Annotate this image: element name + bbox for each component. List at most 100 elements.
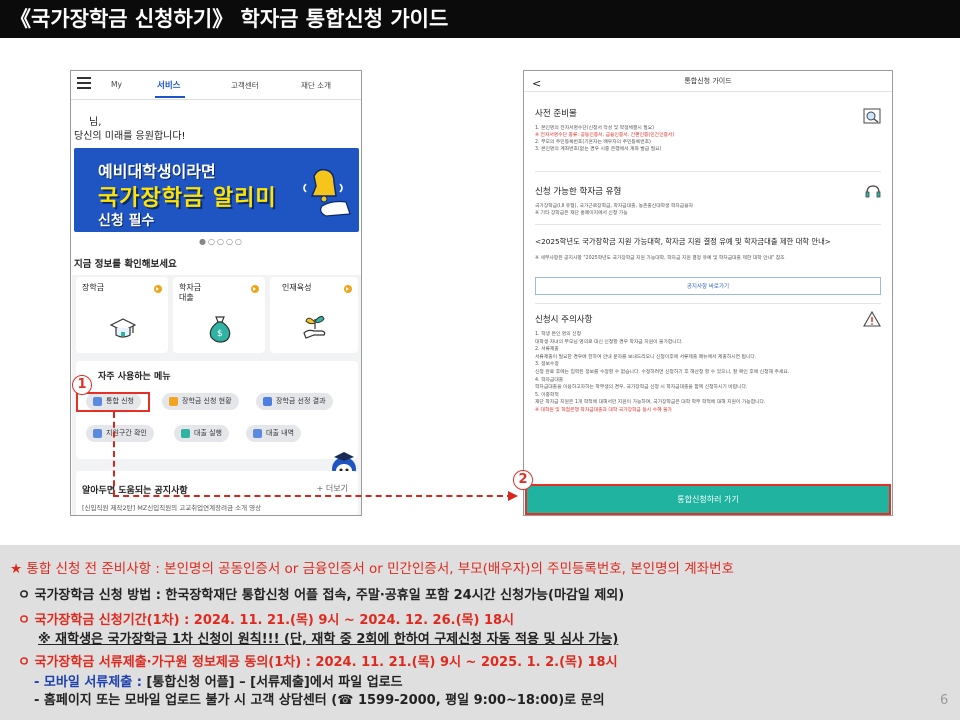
- menu-icon[interactable]: [77, 77, 91, 89]
- carousel-dots[interactable]: ●○○○○: [199, 237, 244, 246]
- section-prep: 사전 준비물 1. 본인명의 전자서명수단(신청서 작성 및 약정체결시 필요)…: [535, 107, 881, 153]
- arrow-right-icon: [154, 285, 162, 293]
- more-link[interactable]: + 더보기: [317, 483, 348, 494]
- magnifier-icon: [863, 108, 881, 124]
- divider: [535, 224, 881, 225]
- loan-icon: [181, 429, 190, 438]
- info-section-title: 지금 정보를 확인해보세요: [74, 259, 177, 270]
- chip-label: 장학금 신청 현황: [182, 397, 232, 405]
- top-nav: My 서비스 고객센터 재단 소개: [71, 71, 361, 100]
- caution-line: 대학생 자녀의 부모님 명의로 대신 신청할 경우 학자금 지원이 불가합니다.: [535, 339, 683, 345]
- divider: [535, 303, 881, 304]
- caution-line: 재단 학자금 지원은 1개 학적에 대해서만 지원이 가능하며, 국가장학금은 …: [535, 400, 766, 406]
- greeting-name: 님,: [89, 117, 102, 128]
- card-talent[interactable]: 인재육성: [270, 277, 358, 353]
- chip-scholarship-status[interactable]: 장학금 신청 현황: [162, 393, 239, 410]
- highlight-go-button: [525, 484, 891, 515]
- chip-support-bracket[interactable]: 지원구간 확인: [86, 425, 154, 442]
- slide-title: 《국가장학금 신청하기》 학자금 통합신청 가이드: [0, 0, 960, 38]
- caution-line: 4. 학자금대출: [535, 377, 564, 383]
- caution-line: 신청 완료 후에는 입력된 정보를 수정할 수 없습니다. 수정하려면 신청하기…: [535, 369, 790, 375]
- svg-text:$: $: [217, 329, 223, 339]
- note-prep: ★ 통합 신청 전 준비사항 : 본인명의 공동인증서 or 금융인증서 or …: [10, 561, 734, 577]
- nav-customer-center[interactable]: 고객센터: [231, 80, 259, 91]
- caution-line: 1. 학생 본인 명의 신청: [535, 332, 581, 337]
- prep-lines: 1. 본인명의 전자서명수단(신청서 작성 및 약정체결시 필요) ※ 전자서명…: [535, 125, 881, 153]
- card-label: 인재육성: [282, 283, 312, 292]
- note-period: ㅇ 국가장학금 신청기간(1차) : 2024. 11. 21.(목) 9시 ~…: [18, 613, 514, 628]
- guide-header-title: 통합신청 가이드: [684, 77, 732, 85]
- list-icon: [253, 429, 262, 438]
- note-enrolled-warning: ※ 재학생은 국가장학금 1차 신청이 원칙!!! (단, 재학 중 2회에 한…: [38, 632, 619, 647]
- chip-label: 대출 실행: [194, 429, 222, 437]
- check-icon: [93, 429, 102, 438]
- types-title: 신청 가능한 학자금 유형: [535, 187, 622, 197]
- caution-line: 5. 이중학적: [535, 392, 559, 398]
- note-mobile-upload: - 모바일 서류제출 : [통합신청 어플] – [서류제출]에서 파일 업로드: [34, 671, 403, 690]
- caution-line: 3. 정보수정: [535, 362, 559, 368]
- banner-line3: 신청 필수: [98, 213, 155, 229]
- note-contact: - 홈페이지 또는 모바일 업로드 불가 시 고객 상담센터 (☎ 1599-2…: [34, 693, 605, 708]
- section-caution: 신청시 주의사항 1. 학생 본인 명의 신청 대학생 자녀의 부모님 명의로 …: [535, 313, 881, 415]
- connector-arrowhead: [508, 491, 518, 501]
- card-student-loan[interactable]: 학자금 대출 $: [173, 277, 265, 353]
- nav-active-underline: [155, 96, 185, 98]
- integrated-guide-screen: < 통합신청 가이드 사전 준비물 1. 본인명의 전자서명수단(신청서 작성 …: [523, 70, 893, 516]
- university-title: <2025학년도 국가장학금 지원 가능대학, 학자금 지원 결정 유예 및 학…: [535, 237, 831, 246]
- warning-icon: [863, 311, 881, 327]
- greeting-message: 당신의 미래를 응원합니다!: [74, 131, 186, 142]
- banner-line2: 국가장학금 알리미: [98, 186, 277, 211]
- frequent-menu-title: 자주 사용하는 메뉴: [98, 372, 171, 382]
- chip-scholarship-result[interactable]: 장학금 선정 결과: [256, 393, 333, 410]
- connector-vertical: [113, 412, 115, 496]
- section-types: 신청 가능한 학자금 유형 국가장학금(Ⅰ,Ⅱ 유형), 국가근로장학금, 학자…: [535, 185, 881, 217]
- prep-line: 1. 본인명의 전자서명수단(신청서 작성 및 약정체결시 필요): [535, 126, 654, 131]
- note-mobile-upload-rest: [통합신청 어플] – [서류제출]에서 파일 업로드: [146, 675, 403, 690]
- connector-horizontal: [113, 495, 513, 497]
- step-1-badge: 1: [72, 375, 92, 395]
- headset-icon: [865, 185, 881, 198]
- notice-shortcut-button[interactable]: 공지사항 바로가기: [535, 277, 881, 295]
- nav-my[interactable]: My: [111, 80, 122, 89]
- chip-loan-execute[interactable]: 대출 실행: [174, 425, 229, 442]
- highlight-integrated-apply: [76, 392, 150, 412]
- divider: [535, 171, 881, 172]
- status-icon: [169, 397, 178, 406]
- guide-header: < 통합신청 가이드: [524, 71, 892, 92]
- caution-line: ※ 대학원 및 학점은행 학자금대출과 대학 국가장학금 동시 수혜 불가: [535, 407, 672, 413]
- back-button[interactable]: <: [532, 74, 541, 94]
- caution-line: 학자금대출을 이용하고자하는 학부생의 경우, 국가장학금 신청 시 학자금대출…: [535, 385, 748, 391]
- result-icon: [263, 397, 272, 406]
- chip-label: 장학금 선정 결과: [276, 397, 326, 405]
- section-university: <2025학년도 국가장학금 지원 가능대학, 학자금 지원 결정 유예 및 학…: [535, 237, 881, 262]
- prep-title: 사전 준비물: [535, 109, 577, 119]
- card-label: 장학금: [82, 283, 105, 292]
- nav-foundation[interactable]: 재단 소개: [301, 80, 331, 91]
- graduation-cap-icon: [110, 318, 136, 338]
- prep-line: 3. 본인명의 계좌번호(없는 경우 시중 은행에서 계좌 발급 필요): [535, 147, 662, 152]
- caution-lines: 1. 학생 본인 명의 신청 대학생 자녀의 부모님 명의로 대신 신청할 경우…: [535, 331, 881, 415]
- arrow-right-icon: [251, 285, 259, 293]
- nav-service[interactable]: 서비스: [157, 79, 180, 91]
- caution-line: 2. 서류제출: [535, 347, 559, 353]
- money-bag-icon: $: [209, 316, 231, 343]
- notice-item[interactable]: [신입직원 제작2탄] MZ신입직원의 고교취업연계장려금 소개 영상: [82, 502, 261, 512]
- card-scholarship[interactable]: 장학금: [76, 277, 168, 353]
- page-number: 6: [940, 693, 949, 708]
- notice-card: 알아두면 도움되는 공지사항 + 더보기 [신입직원 제작2탄] MZ신입직원의…: [76, 471, 358, 515]
- chip-label: 대출 내역: [266, 429, 294, 437]
- types-line: 국가장학금(Ⅰ,Ⅱ 유형), 국가근로장학금, 학자금대출, 농촌출신대학생 학…: [535, 204, 694, 209]
- prep-line: 2. 부모의 주민등록번호(기혼자는 배우자의 주민등록번호): [535, 140, 651, 145]
- university-line: ※ 세부사항은 공지사항 "2025학년도 국가장학금 지원 가능대학, 학자금…: [535, 256, 785, 261]
- bell-hand-icon: [303, 168, 351, 217]
- types-lines: 국가장학금(Ⅰ,Ⅱ 유형), 국가근로장학금, 학자금대출, 농촌출신대학생 학…: [535, 203, 881, 217]
- promo-banner[interactable]: 예비대학생이라면 국가장학금 알리미 신청 필수: [74, 148, 359, 232]
- step-2-badge: 2: [513, 470, 533, 490]
- arrow-right-icon: [344, 285, 352, 293]
- prep-line: ※ 전자서명수단 종류: 공동인증서, 금융인증서, 간편인증(민간인증서): [535, 133, 675, 138]
- banner-line1: 예비대학생이라면: [98, 162, 216, 181]
- caution-title: 신청시 주의사항: [535, 315, 593, 325]
- card-label: 학자금 대출: [179, 283, 202, 302]
- chip-loan-history[interactable]: 대출 내역: [246, 425, 301, 442]
- note-method: ㅇ 국가장학금 신청 방법 : 한국장학재단 통합신청 어플 접속, 주말·공휴…: [18, 588, 625, 603]
